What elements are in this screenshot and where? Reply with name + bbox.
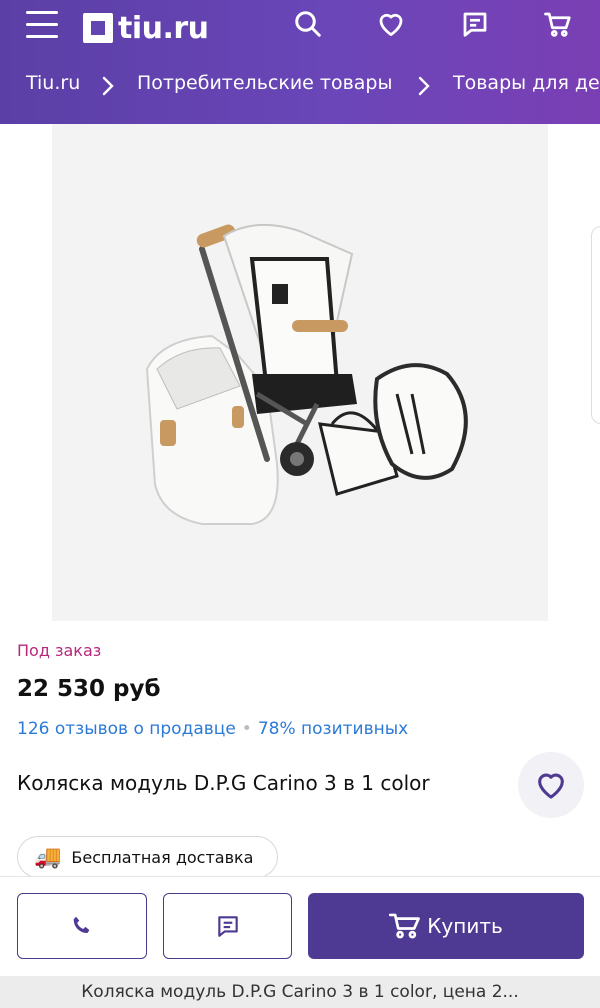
product-price: 22 530 руб xyxy=(17,676,161,702)
breadcrumb-item-consumer-goods[interactable]: Потребительские товары xyxy=(137,72,393,94)
next-image-thumb[interactable] xyxy=(591,226,600,424)
logo[interactable]: tiu.ru xyxy=(83,10,209,46)
cart-icon xyxy=(389,913,421,939)
phone-icon xyxy=(73,916,90,933)
chevron-right-icon xyxy=(102,76,114,96)
truck-icon: 🚚 xyxy=(34,844,62,870)
search-icon[interactable] xyxy=(290,6,326,42)
positive-rating[interactable]: 78% позитивных xyxy=(258,719,408,739)
breadcrumb-item-home[interactable]: Tiu.ru xyxy=(26,72,80,94)
action-bar: Купить xyxy=(0,876,600,962)
seller-rating: 126 отзывов о продавце • 78% позитивных xyxy=(17,719,408,739)
menu-icon[interactable] xyxy=(26,11,58,39)
add-to-favorites-button[interactable] xyxy=(518,752,584,818)
heart-icon[interactable] xyxy=(373,6,409,42)
product-photo[interactable] xyxy=(52,124,548,621)
breadcrumb: Tiu.ru Потребительские товары Товары для… xyxy=(0,64,600,108)
message-icon xyxy=(217,916,238,937)
cart-icon[interactable] xyxy=(540,6,576,42)
availability-status: Под заказ xyxy=(17,641,102,660)
page-title-bar: Коляска модуль D.P.G Carino 3 в 1 color,… xyxy=(0,976,600,1008)
message-icon[interactable] xyxy=(457,6,493,42)
header: tiu.ru Tiu.ru Потребительские товары Тов… xyxy=(0,0,600,124)
chevron-right-icon xyxy=(418,76,430,96)
call-button[interactable] xyxy=(17,893,147,959)
stroller-illustration xyxy=(52,124,548,621)
top-bar: tiu.ru xyxy=(0,0,600,56)
breadcrumb-item-kids-goods[interactable]: Товары для де xyxy=(453,72,600,94)
logo-mark-icon xyxy=(83,13,113,43)
buy-button[interactable]: Купить xyxy=(308,893,584,959)
message-button[interactable] xyxy=(163,893,292,959)
product-title: Коляска модуль D.P.G Carino 3 в 1 color xyxy=(17,771,430,795)
free-delivery-badge: 🚚 Бесплатная доставка xyxy=(17,836,278,878)
separator-dot: • xyxy=(241,719,252,739)
heart-icon xyxy=(538,773,564,799)
logo-text: tiu.ru xyxy=(118,10,209,46)
delivery-label: Бесплатная доставка xyxy=(71,847,254,867)
seller-reviews-link[interactable]: 126 отзывов о продавце xyxy=(17,719,236,739)
buy-button-label: Купить xyxy=(427,914,503,938)
product-gallery[interactable] xyxy=(0,124,600,621)
